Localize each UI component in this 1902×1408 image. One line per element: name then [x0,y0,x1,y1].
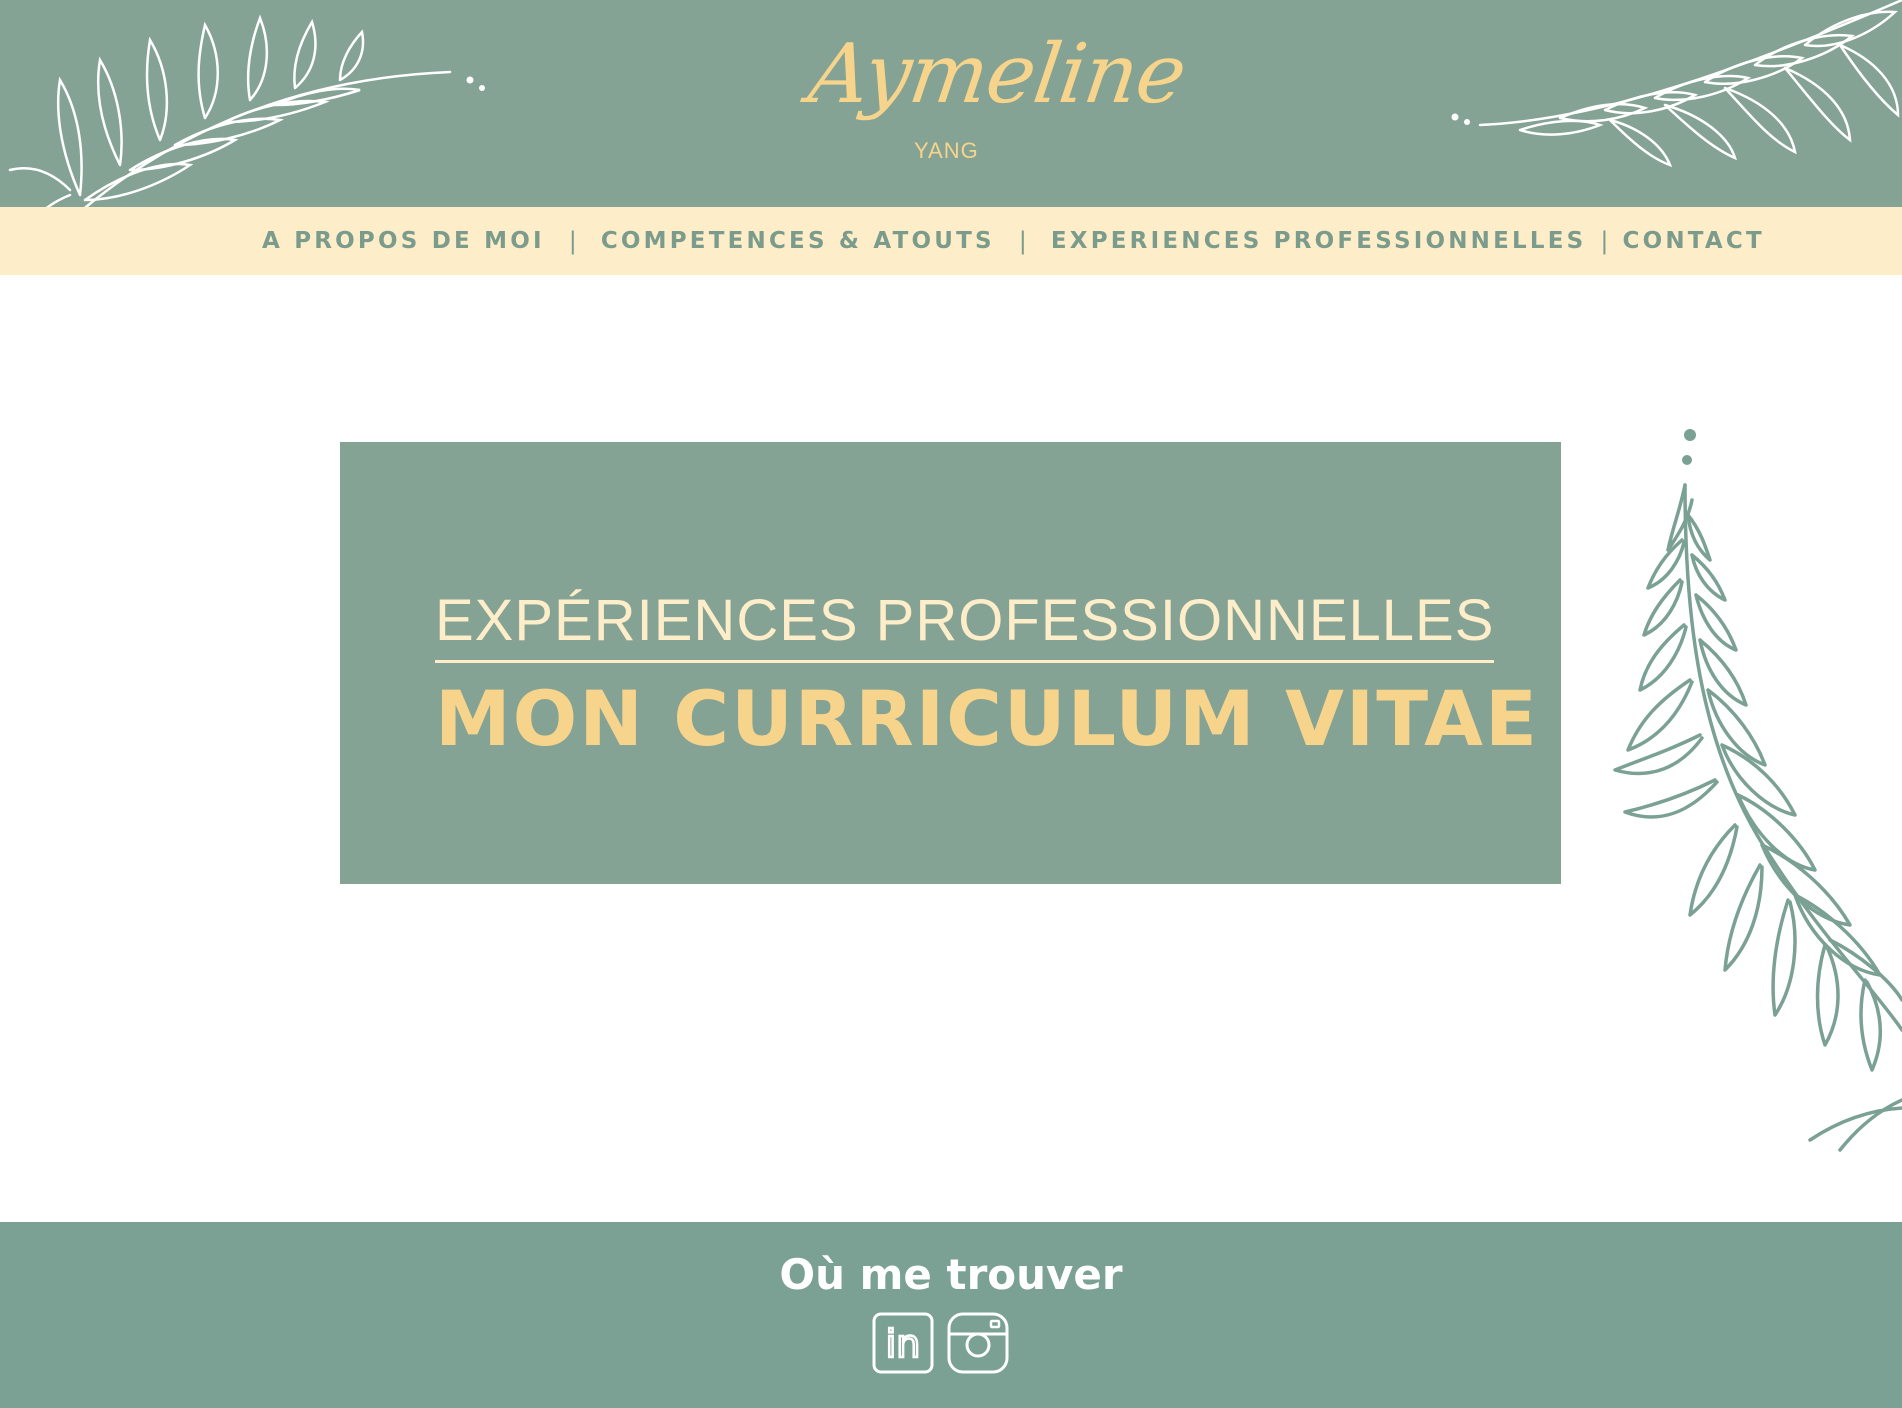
nav-item-experiences[interactable]: EXPERIENCES PROFESSIONNELLES [1051,228,1587,254]
nav-item-competences[interactable]: COMPETENCES & ATOUTS [601,228,995,254]
logo-surname: YANG [914,138,979,163]
linkedin-icon[interactable]: in [872,1312,934,1374]
site-footer: Où me trouver in [0,1222,1902,1408]
brand-logo[interactable]: Aymeline YANG [803,27,1191,180]
fern-decoration-left [8,14,485,207]
fern-decoration-right [1451,0,1902,168]
nav-separator: | [1600,227,1609,255]
nav-separator: | [568,227,577,255]
hero-banner: EXPÉRIENCES PROFESSIONNELLES MON CURRICU… [340,442,1561,884]
fern-decoration-side [1613,429,1902,1152]
nav-item-a-propos[interactable]: A PROPOS DE MOI [262,228,545,254]
site-header: Aymeline YANG [0,0,1902,207]
footer-title: Où me trouver [779,1250,1123,1299]
nav-separator: | [1018,227,1027,255]
hero-subtitle: EXPÉRIENCES PROFESSIONNELLES [435,587,1495,663]
main-nav: A PROPOS DE MOI | COMPETENCES & ATOUTS |… [0,207,1902,275]
logo-name: Aymeline [803,27,1192,122]
hero-title: MON CURRICULUM VITAE [435,674,1539,763]
linkedin-label: in [886,1322,921,1366]
instagram-icon[interactable] [947,1312,1009,1374]
nav-item-contact[interactable]: CONTACT [1623,228,1765,254]
